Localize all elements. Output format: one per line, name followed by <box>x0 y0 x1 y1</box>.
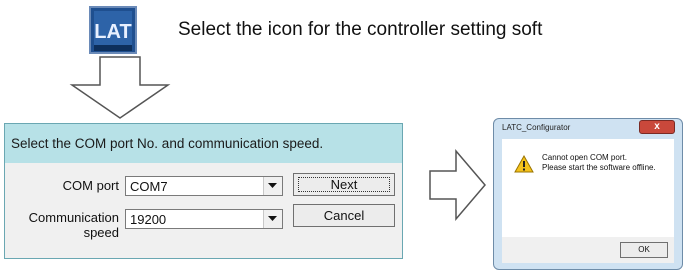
next-button-label: Next <box>330 177 358 192</box>
com-port-select[interactable]: COM7 <box>125 176 283 196</box>
error-dialog: LATC_Configurator x Cannot open COM port… <box>493 118 683 270</box>
speed-value: 19200 <box>130 212 167 227</box>
com-port-dialog: Select the COM port No. and communicatio… <box>4 123 403 259</box>
next-button[interactable]: Next <box>293 173 395 196</box>
speed-select[interactable]: 19200 <box>125 209 283 229</box>
speed-label-line2: speed <box>83 225 119 240</box>
error-dialog-body: Cannot open COM port. Please start the s… <box>502 139 674 237</box>
warning-icon <box>514 154 534 178</box>
down-arrow-icon <box>66 55 174 121</box>
error-message-line2: Please start the software offline. <box>542 163 656 172</box>
com-dialog-title: Select the COM port No. and communicatio… <box>5 124 402 163</box>
right-arrow-icon <box>428 148 488 222</box>
chevron-down-icon <box>268 216 277 221</box>
latc-configurator-icon[interactable]: LAT <box>88 5 138 55</box>
com-port-label: COM port <box>62 178 119 193</box>
com-port-dropdown-button[interactable] <box>263 177 282 195</box>
close-button[interactable]: x <box>639 120 675 134</box>
speed-label-line1: Communication <box>28 210 119 225</box>
speed-dropdown-button[interactable] <box>263 210 282 228</box>
cancel-button[interactable]: Cancel <box>293 204 395 227</box>
svg-text:LAT: LAT <box>94 21 131 43</box>
error-dialog-footer: OK <box>502 237 674 263</box>
error-dialog-title: LATC_Configurator <box>502 123 571 132</box>
instruction-text: Select the icon for the controller setti… <box>178 19 543 40</box>
error-message-line1: Cannot open COM port. <box>542 153 627 162</box>
chevron-down-icon <box>268 183 277 188</box>
com-port-value: COM7 <box>130 179 168 194</box>
ok-button[interactable]: OK <box>620 242 668 258</box>
